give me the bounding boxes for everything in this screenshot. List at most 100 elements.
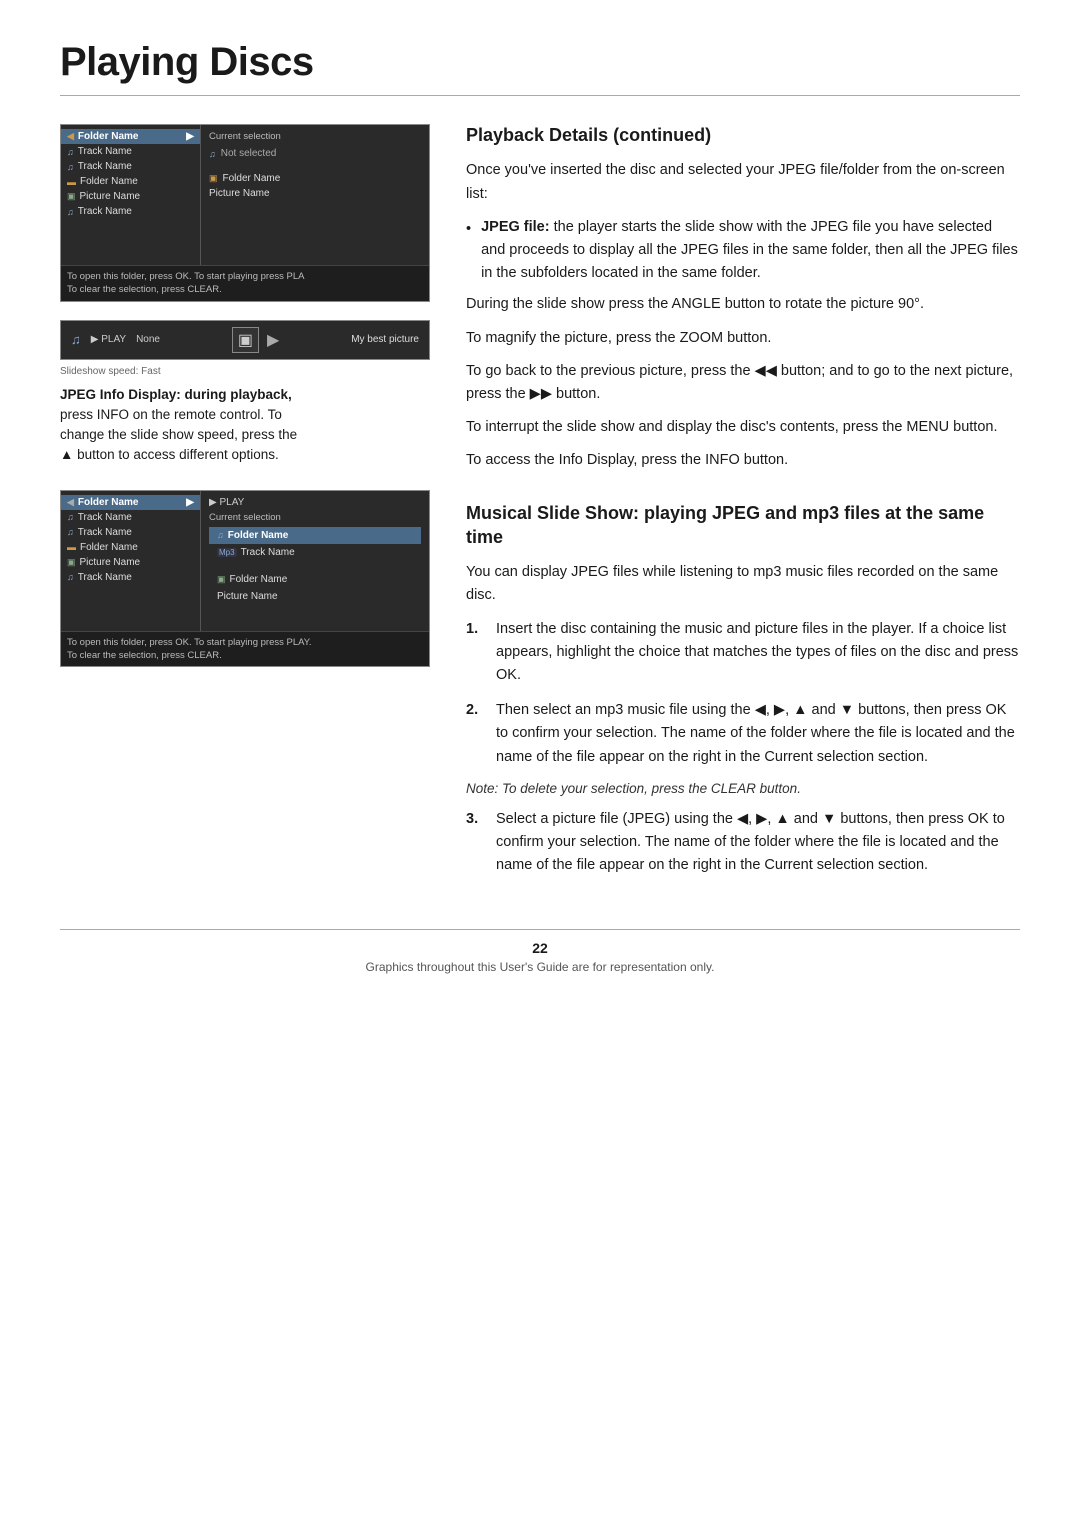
slideshow-speed-label: Slideshow speed: Fast xyxy=(60,366,430,377)
screen-body-2: ◀ Folder Name ▶ ♫ Track Name ♫ Track Nam… xyxy=(61,491,429,631)
disc-icon: ▣ xyxy=(232,327,259,353)
play-icon: ▶ xyxy=(267,330,279,350)
bullet-dot: • xyxy=(466,218,471,286)
folder-icon-1: ▬ xyxy=(67,177,76,187)
right-folder-item: ▣ Folder Name xyxy=(209,171,421,186)
track-label-2a: Track Name xyxy=(78,512,132,523)
right-picture-item: Picture Name xyxy=(209,186,421,201)
music-icon-2c: ♫ xyxy=(67,572,74,582)
footer-page-number: 22 xyxy=(532,940,548,956)
screen2-bottom-line1: To open this folder, press OK. To start … xyxy=(67,636,423,649)
left-column: ◀ Folder Name ▶ ♫ Track Name ♫ Track Nam… xyxy=(60,124,430,889)
musical-section-left: ◀ Folder Name ▶ ♫ Track Name ♫ Track Nam… xyxy=(60,490,430,668)
para-zoom: To magnify the picture, press the ZOOM b… xyxy=(466,327,1020,350)
screen-body-1: ◀ Folder Name ▶ ♫ Track Name ♫ Track Nam… xyxy=(61,125,429,265)
arrow-right-icon-2: ▶ xyxy=(186,497,194,508)
right-column: Playback Details (continued) Once you've… xyxy=(466,124,1020,889)
screen2-bottom-line2: To clear the selection, press CLEAR. xyxy=(67,649,423,662)
music-icon-1b: ♫ xyxy=(67,162,74,172)
current-sel-label-1: Current selection xyxy=(209,131,421,142)
music-icon-1a: ♫ xyxy=(67,147,74,157)
right-track-name: Track Name xyxy=(241,547,295,558)
jpeg-screen-right: My best picture xyxy=(351,334,419,345)
footer-rule xyxy=(60,929,1020,930)
folder-icon-2: ▬ xyxy=(67,542,76,552)
play-label: ▶ PLAY xyxy=(91,334,126,345)
picture-icon-1: ▣ xyxy=(67,191,76,202)
music-icon-r2: ♫ xyxy=(217,530,224,540)
track-name-row-2: Mp3 Track Name xyxy=(209,544,421,561)
step2-num: 2. xyxy=(466,699,484,769)
music-icon-2b: ♫ xyxy=(67,527,74,537)
track-label-2c: Track Name xyxy=(78,572,132,583)
right-folder-group: ▣ Folder Name Picture Name xyxy=(209,171,421,201)
bullet-text: JPEG file: the player starts the slide s… xyxy=(481,216,1020,286)
step-3: 3. Select a picture file (JPEG) using th… xyxy=(466,808,1020,878)
page-container: Playing Discs ◀ Folder Name ▶ ♫ xyxy=(0,0,1080,1034)
right-picture-label: Picture Name xyxy=(209,188,270,199)
picture-icon-2: ▣ xyxy=(67,557,76,568)
track-label-2b: Track Name xyxy=(78,527,132,538)
jpeg-best-picture: My best picture xyxy=(351,334,419,345)
jpeg-caption: JPEG Info Display: during playback, pres… xyxy=(60,385,430,466)
right-folder-name-row2: ▣ Folder Name xyxy=(209,571,421,588)
jpeg-caption-line4: ▲ button to access different options. xyxy=(60,447,279,462)
right-picture-name: Picture Name xyxy=(217,591,278,602)
music-icon-1c: ♫ xyxy=(67,207,74,217)
not-selected-label: Not selected xyxy=(221,148,277,159)
track-label-1b: Track Name xyxy=(78,161,132,172)
track-label-1c: Track Name xyxy=(78,206,132,217)
track-item-2b: ♫ Track Name xyxy=(61,525,200,540)
folder-header-label: Folder Name xyxy=(78,131,139,142)
step-1: 1. Insert the disc containing the music … xyxy=(466,618,1020,688)
right-folder-label: Folder Name xyxy=(223,173,281,184)
bullet-body: the player starts the slide show with th… xyxy=(481,219,1018,281)
footer: 22 Graphics throughout this User's Guide… xyxy=(60,940,1020,974)
arrow-left-icon-2: ◀ xyxy=(67,497,74,508)
para-info: To access the Info Display, press the IN… xyxy=(466,449,1020,472)
folder-header-1: ◀ Folder Name ▶ xyxy=(61,129,200,144)
play-value: None xyxy=(136,334,160,345)
playback-section-heading: Playback Details (continued) xyxy=(466,124,1020,147)
para-menu: To interrupt the slide show and display … xyxy=(466,416,1020,439)
title-divider xyxy=(60,95,1020,96)
track-item-1b: ♫ Track Name xyxy=(61,159,200,174)
playback-intro: Once you've inserted the disc and select… xyxy=(466,159,1020,205)
play-label-2: ▶ PLAY xyxy=(209,497,421,512)
step-2: 2. Then select an mp3 music file using t… xyxy=(466,699,1020,769)
jpeg-screen-left: ♫ ▶ PLAY None xyxy=(71,332,160,347)
musical-section-right: Musical Slide Show: playing JPEG and mp3… xyxy=(466,502,1020,877)
screen-bottom-line2: To clear the selection, press CLEAR. xyxy=(67,283,423,296)
jpeg-info-screen: ♫ ▶ PLAY None ▣ ▶ My best picture xyxy=(60,320,430,360)
picture-item-1: ▣ Picture Name xyxy=(61,189,200,204)
picture-item-2: ▣ Picture Name xyxy=(61,555,200,570)
musical-intro: You can display JPEG files while listeni… xyxy=(466,561,1020,607)
picture-label-2: Picture Name xyxy=(80,557,141,568)
music-icon-ns: ♫ xyxy=(209,149,216,159)
track-label-1a: Track Name xyxy=(78,146,132,157)
folder-label-1: Folder Name xyxy=(80,176,138,187)
jpeg-file-bullet: • JPEG file: the player starts the slide… xyxy=(466,216,1020,286)
folder-icon: ◀ xyxy=(67,131,74,142)
folder-icon-r1: ▣ xyxy=(209,173,218,184)
jpeg-caption-line1: JPEG Info Display: during playback, xyxy=(60,387,292,402)
musical-heading: Musical Slide Show: playing JPEG and mp3… xyxy=(466,502,1020,549)
track-item-1c: ♫ Track Name xyxy=(61,204,200,219)
screen-left-panel-2: ◀ Folder Name ▶ ♫ Track Name ♫ Track Nam… xyxy=(61,491,201,631)
jpeg-caption-line3: change the slide show speed, press the xyxy=(60,427,297,442)
footer-note: Graphics throughout this User's Guide ar… xyxy=(366,960,715,974)
screen-bottom-text-1: To open this folder, press OK. To start … xyxy=(61,265,429,301)
screen-left-panel-1: ◀ Folder Name ▶ ♫ Track Name ♫ Track Nam… xyxy=(61,125,201,265)
step2-text: Then select an mp3 music file using the … xyxy=(496,699,1020,769)
folder-item-1: ▬ Folder Name xyxy=(61,174,200,189)
right-folder-name2: Folder Name xyxy=(230,574,288,585)
screen-mockup-1: ◀ Folder Name ▶ ♫ Track Name ♫ Track Nam… xyxy=(60,124,430,302)
folder-header-label-2: Folder Name xyxy=(78,497,139,508)
folder-label-2: Folder Name xyxy=(80,542,138,553)
screen-mockup-2: ◀ Folder Name ▶ ♫ Track Name ♫ Track Nam… xyxy=(60,490,430,668)
not-selected-item: ♫ Not selected xyxy=(209,146,421,161)
screen-right-panel-2: ▶ PLAY Current selection ♫ Folder Name M… xyxy=(201,491,429,631)
main-layout: ◀ Folder Name ▶ ♫ Track Name ♫ Track Nam… xyxy=(60,124,1020,889)
picture-icon-r2: ▣ xyxy=(217,574,226,585)
track-item-2c: ♫ Track Name xyxy=(61,570,200,585)
